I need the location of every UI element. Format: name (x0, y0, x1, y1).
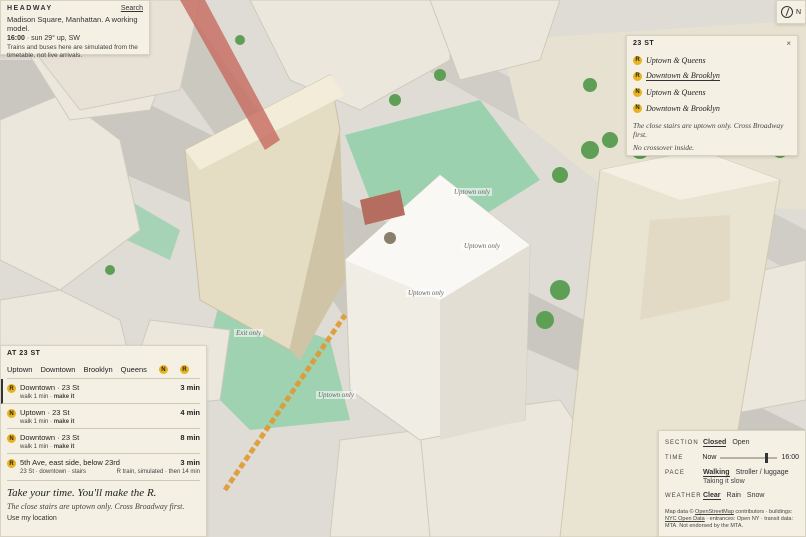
attribution-text: contributors · buildings: (733, 509, 793, 515)
route-option[interactable]: R Uptown & Queens (633, 52, 791, 68)
entrance-label[interactable]: Uptown only (406, 289, 446, 297)
time-label: TIME (665, 454, 684, 461)
weather-clear-option[interactable]: Clear (703, 492, 721, 500)
departure-name: 5th Ave, east side, below 23rd (20, 458, 120, 467)
departure-name: Downtown · 23 St (20, 433, 80, 442)
route-label: Downtown & Brooklyn (646, 103, 720, 113)
close-icon[interactable]: × (786, 39, 791, 48)
time-now-label[interactable]: Now (702, 454, 716, 461)
departure-row[interactable]: N Uptown · 23 St walk 1 min · make it 4 … (7, 404, 200, 429)
nyc-open-data-link[interactable]: NYC Open Data (665, 516, 705, 522)
compass-button[interactable]: N (776, 0, 806, 24)
line-bullet: N (633, 103, 642, 113)
departure-name: Uptown · 23 St (20, 408, 70, 417)
section-closed-option[interactable]: Closed (703, 439, 727, 447)
time-value: 16:00 (781, 454, 799, 461)
tab-uptown[interactable]: Uptown (7, 365, 32, 374)
departure-row[interactable]: R 5th Ave, east side, below 23rd 23 St ·… (7, 454, 200, 481)
header-panel: HEADWAY Search Madison Square, Manhattan… (0, 0, 150, 59)
entrance-label[interactable]: Uptown only (462, 242, 502, 250)
line-bullet: R (7, 384, 16, 393)
station-popup: 23 ST × R Uptown & Queens R Downtown & Bro… (626, 35, 798, 156)
filter-line-n[interactable]: N (158, 365, 168, 374)
station-title: 23 ST (633, 40, 655, 47)
pace-stroller-option[interactable]: Stroller / luggage (736, 469, 789, 476)
weather-row: WEATHER Clear Rain Snow (665, 488, 799, 503)
departure-detail: 23 St · downtown · stairs (20, 469, 87, 475)
line-bullet: R (633, 55, 642, 65)
north-label: N (795, 8, 802, 16)
simulation-note: Trains and buses here are simulated from… (7, 44, 138, 59)
osm-link[interactable]: OpenStreetMap (695, 509, 734, 515)
tab-downtown[interactable]: Downtown (40, 365, 75, 374)
transfer-note: R train, simulated · then 14 min (116, 469, 200, 475)
departures-panel: AT 23 ST Uptown Downtown Brooklyn Queens… (0, 345, 207, 537)
station-note: The close stairs are uptown only. Cross … (633, 121, 784, 139)
compass-icon (780, 6, 793, 18)
line-bullet: N (633, 87, 642, 97)
time-value: 16:00 (7, 35, 25, 42)
walk-time: walk 1 min · (20, 394, 54, 400)
route-label: Uptown & Queens (646, 87, 706, 97)
direction-tabs: Uptown Downtown Brooklyn Queens N R (7, 365, 200, 379)
departures-title: AT 23 ST (7, 350, 41, 357)
attribution-text: Map data © (665, 509, 696, 515)
route-option[interactable]: R Downtown & Brooklyn (633, 68, 791, 84)
minutes-away: 4 min (180, 408, 200, 417)
page-subtitle: Madison Square, Manhattan. A working mod… (7, 15, 138, 33)
make-it-status: make it (53, 419, 75, 425)
minutes-away: 3 min (180, 383, 200, 392)
pace-walking-option[interactable]: Walking (703, 469, 730, 477)
sun-info: · sun 29° up, SW (24, 35, 80, 42)
entrance-label[interactable]: Uptown only (316, 391, 356, 399)
departure-row[interactable]: N Downtown · 23 St walk 1 min · make it … (7, 429, 200, 454)
time-row: TIME Now 16:00 (665, 450, 799, 465)
line-bullet: N (7, 409, 16, 418)
make-it-status: make it (53, 444, 75, 450)
weather-rain-option[interactable]: Rain (727, 492, 741, 499)
time-info: 16:00 · sun 29° up, SW (7, 35, 143, 42)
route-list: R Uptown & Queens R Downtown & Brooklyn NU… (633, 52, 791, 116)
route-option[interactable]: N Downtown & Brooklyn (633, 100, 791, 116)
route-label: Uptown & Queens (646, 55, 706, 65)
station-note: No crossover inside. (633, 143, 695, 152)
search-link[interactable]: Search (121, 5, 143, 12)
minutes-away: 3 min (180, 458, 200, 467)
weather-label: WEATHER (665, 492, 702, 499)
entrance-label[interactable]: Uptown only (452, 188, 492, 196)
line-bullet: R (7, 459, 16, 468)
route-label: Downtown & Brooklyn (646, 71, 720, 81)
entrance-label[interactable]: Exit only (234, 329, 264, 337)
summary-tip: The close stairs are uptown only. Cross … (7, 502, 185, 511)
summary-headline: Take your time. You'll make the R. (7, 487, 157, 499)
attribution: Map data © OpenStreetMap contributors · … (665, 509, 799, 530)
line-bullet: R (633, 71, 642, 81)
minutes-away: 8 min (180, 433, 200, 442)
make-it-status: make it (53, 394, 75, 400)
tab-brooklyn[interactable]: Brooklyn (83, 365, 112, 374)
departure-row[interactable]: R Downtown · 23 St walk 1 min · make it … (1, 379, 200, 404)
walk-time: walk 1 min · (20, 419, 54, 425)
line-bullet: N (7, 434, 16, 443)
time-slider-handle[interactable] (765, 452, 769, 463)
route-option[interactable]: N Uptown & Queens (633, 84, 791, 100)
use-location-link[interactable]: Use my location (7, 515, 200, 522)
section-row: SECTION Closed Open (665, 435, 799, 450)
section-open-option[interactable]: Open (732, 439, 749, 446)
section-label: SECTION (665, 439, 699, 446)
weather-snow-option[interactable]: Snow (747, 492, 765, 499)
departure-name: Downtown · 23 St (20, 383, 80, 392)
pace-label: PACE (665, 469, 685, 476)
time-slider[interactable] (720, 452, 778, 463)
tab-queens[interactable]: Queens (121, 365, 147, 374)
filter-line-r[interactable]: R (179, 365, 189, 374)
walk-time: walk 1 min · (20, 444, 54, 450)
pace-note: Taking it slow (703, 478, 745, 485)
controls-panel: SECTION Closed Open TIME Now 16:00 PACE … (658, 430, 806, 537)
